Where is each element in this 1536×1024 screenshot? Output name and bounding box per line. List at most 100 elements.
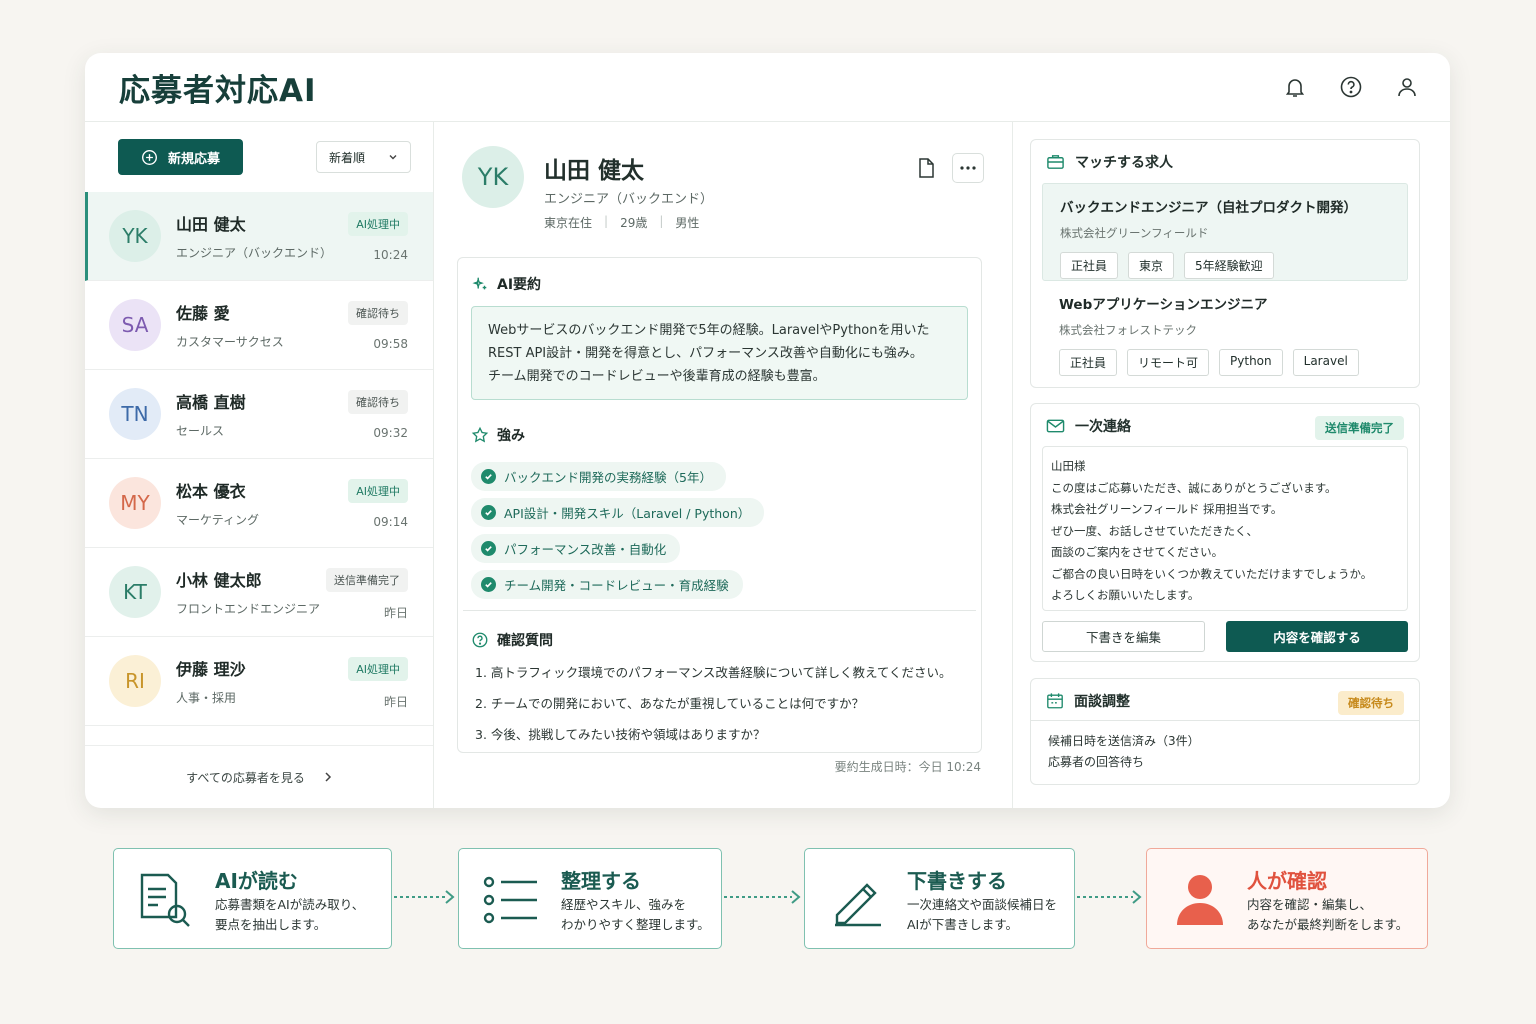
- help-icon: [472, 632, 488, 648]
- candidate-meta: 確認待ち 09:32: [348, 390, 408, 440]
- question-item: 1. 高トラフィック環境でのパフォーマンス改善経験について詳しく教えてください。: [475, 665, 952, 680]
- user-icon[interactable]: [1394, 74, 1420, 100]
- mail-line: ご都合の良い日時をいくつか教えていただけますでしょうか。: [1051, 566, 1373, 581]
- job-tag: Python: [1219, 349, 1283, 376]
- check-icon: [481, 541, 496, 556]
- bell-icon[interactable]: [1282, 74, 1308, 100]
- job-title: Webアプリケーションエンジニア: [1059, 297, 1268, 313]
- strength-text: チーム開発・コードレビュー・育成経験: [504, 578, 729, 593]
- candidate-meta: 送信準備完了昨日: [326, 568, 408, 621]
- see-all-label: すべての応募者を見る: [186, 770, 305, 785]
- interview-line: 応募者の回答待ち: [1048, 755, 1145, 769]
- app-window: 応募者対応AI 新規応募 新着順 YK 山田 健太 エンジニア（バックエンド） …: [85, 53, 1450, 808]
- summary-title-text: AI要約: [497, 277, 542, 293]
- candidate-item[interactable]: TN 高橋 直樹 セールス 確認待ち 09:32: [85, 370, 433, 459]
- flow-title: 整理する: [561, 869, 641, 893]
- confirm-content-button[interactable]: 内容を確認する: [1226, 621, 1408, 652]
- job-tag: 5年経験歓迎: [1184, 252, 1274, 279]
- chevron-down-icon: [389, 155, 397, 160]
- mail-draft: 山田様 この度はご応募いただき、誠にありがとうございます。 株式会社グリーンフィ…: [1042, 446, 1408, 611]
- avatar: YK: [462, 146, 524, 208]
- first-contact-title: 一次連絡: [1046, 416, 1131, 436]
- candidate-meta: AI処理中 09:14: [348, 479, 408, 529]
- questions-title: 確認質問: [471, 630, 553, 650]
- header-icons: [1282, 74, 1420, 100]
- strength-text: API設計・開発スキル（Laravel / Python）: [504, 506, 751, 521]
- strength-item: チーム開発・コードレビュー・育成経験: [471, 570, 743, 599]
- location: 東京在住: [544, 216, 593, 230]
- flow-desc: 一次連絡文や面談候補日を AIが下書きします。: [907, 895, 1057, 935]
- action-panel: マッチする求人 バックエンドエンジニア（自社プロダクト開発） 株式会社グリーンフ…: [1013, 122, 1450, 808]
- strength-text: パフォーマンス改善・自動化: [504, 542, 667, 557]
- status-badge: AI処理中: [348, 479, 408, 503]
- list-icon: [483, 876, 537, 924]
- strengths-title-text: 強み: [497, 428, 525, 444]
- flow-step-read: AIが読む 応募書類をAIが読み取り、 要点を抽出します。: [113, 848, 392, 949]
- candidate-item[interactable]: RI 伊藤 理沙 人事・採用 AI処理中 昨日: [85, 637, 433, 726]
- job-tag: リモート可: [1127, 349, 1210, 376]
- job-tag: 正社員: [1060, 252, 1119, 279]
- sort-select[interactable]: 新着順: [316, 141, 411, 173]
- sort-value: 新着順: [329, 150, 366, 165]
- interview-line: 候補日時を送信済み（3件）: [1048, 734, 1200, 748]
- job-item[interactable]: バックエンドエンジニア（自社プロダクト開発） 株式会社グリーンフィールド 正社員…: [1042, 183, 1408, 281]
- status-badge: AI処理中: [348, 212, 408, 236]
- new-application-label: 新規応募: [167, 151, 220, 167]
- status-badge: 確認待ち: [1338, 691, 1404, 715]
- avatar: KT: [109, 566, 161, 618]
- strength-text: バックエンド開発の実務経験（5年）: [504, 470, 712, 485]
- summary-line: Webサービスのバックエンド開発で5年の経験。LaravelやPythonを用い…: [488, 323, 930, 338]
- job-title: バックエンドエンジニア（自社プロダクト開発）: [1060, 200, 1357, 216]
- candidate-time: 昨日: [383, 606, 408, 620]
- summary-line: チーム開発でのコードレビューや後輩育成の経験も豊富。: [488, 369, 826, 384]
- mail-line: 山田様: [1051, 459, 1086, 473]
- new-application-button[interactable]: 新規応募: [118, 139, 243, 175]
- interview-card: 面談調整 確認待ち 候補日時を送信済み（3件） 応募者の回答待ち: [1030, 678, 1420, 785]
- matching-jobs-card: マッチする求人 バックエンドエンジニア（自社プロダクト開発） 株式会社グリーンフ…: [1030, 139, 1420, 388]
- flow-step-human-check: 人が確認 内容を確認・編集し、 あなたが最終判断をします。: [1146, 848, 1428, 949]
- more-options-button[interactable]: [952, 153, 984, 183]
- candidate-time: 09:14: [373, 515, 408, 529]
- flow-desc: 内容を確認・編集し、 あなたが最終判断をします。: [1247, 895, 1408, 935]
- job-tag: 東京: [1128, 252, 1175, 279]
- flow-step-draft: 下書きする 一次連絡文や面談候補日を AIが下書きします。: [804, 848, 1075, 949]
- candidate-meta: 確認待ち 09:58: [348, 301, 408, 351]
- flow-arrow: [394, 890, 455, 904]
- strengths-title: 強み: [471, 425, 525, 445]
- job-item[interactable]: Webアプリケーションエンジニア 株式会社フォレストテック 正社員 リモート可 …: [1042, 281, 1408, 377]
- flow-desc-line: 経歴やスキル、強みを: [561, 897, 687, 912]
- job-company: 株式会社フォレストテック: [1059, 323, 1197, 337]
- candidate-role: エンジニア（バックエンド）: [544, 192, 714, 207]
- see-all-link[interactable]: すべての応募者を見る: [85, 745, 433, 808]
- job-company: 株式会社グリーンフィールド: [1060, 226, 1209, 240]
- status-badge: 確認待ち: [348, 301, 408, 325]
- candidate-item[interactable]: SA 佐藤 愛カスタマーサクセス 確認待ち 09:58: [85, 281, 433, 370]
- flow-title: 人が確認: [1247, 869, 1327, 893]
- flow-arrow: [1077, 890, 1142, 904]
- flow-desc: 経歴やスキル、強みを わかりやすく整理します。: [561, 895, 710, 935]
- check-icon: [481, 505, 496, 520]
- document-icon[interactable]: [916, 157, 936, 179]
- interview-details: 候補日時を送信済み（3件） 応募者の回答待ち: [1048, 731, 1200, 773]
- flow-desc-line: あなたが最終判断をします。: [1247, 917, 1409, 932]
- interview-title-text: 面談調整: [1074, 694, 1130, 710]
- avatar: TN: [109, 388, 161, 440]
- divider: |: [659, 214, 664, 228]
- question-item: 2. チームでの開発において、あなたが重視していることは何ですか？: [475, 696, 865, 711]
- edit-draft-button[interactable]: 下書きを編集: [1042, 621, 1205, 652]
- divider: |: [604, 214, 609, 228]
- candidate-item[interactable]: YK 山田 健太 エンジニア（バックエンド） AI処理中 10:24: [85, 192, 433, 281]
- status-badge: 送信準備完了: [326, 568, 408, 592]
- flow-desc-line: AIが下書きします。: [907, 917, 1018, 932]
- flow-title: 下書きする: [907, 869, 1007, 893]
- check-icon: [481, 577, 496, 592]
- strength-item: パフォーマンス改善・自動化: [471, 534, 681, 563]
- help-icon[interactable]: [1338, 74, 1364, 100]
- mail-line: この度はご応募いただき、誠にありがとうございます。: [1051, 480, 1337, 495]
- flow-desc-line: 要点を抽出します。: [215, 917, 327, 932]
- candidate-item[interactable]: MY 松本 優衣 マーケティング AI処理中 09:14: [85, 459, 433, 548]
- candidate-item[interactable]: KT 小林 健太郎 フロントエンドエンジニア 送信準備完了 昨日: [85, 548, 433, 637]
- briefcase-icon: [1047, 155, 1064, 169]
- candidate-time: 09:32: [373, 426, 408, 440]
- avatar: YK: [109, 210, 161, 262]
